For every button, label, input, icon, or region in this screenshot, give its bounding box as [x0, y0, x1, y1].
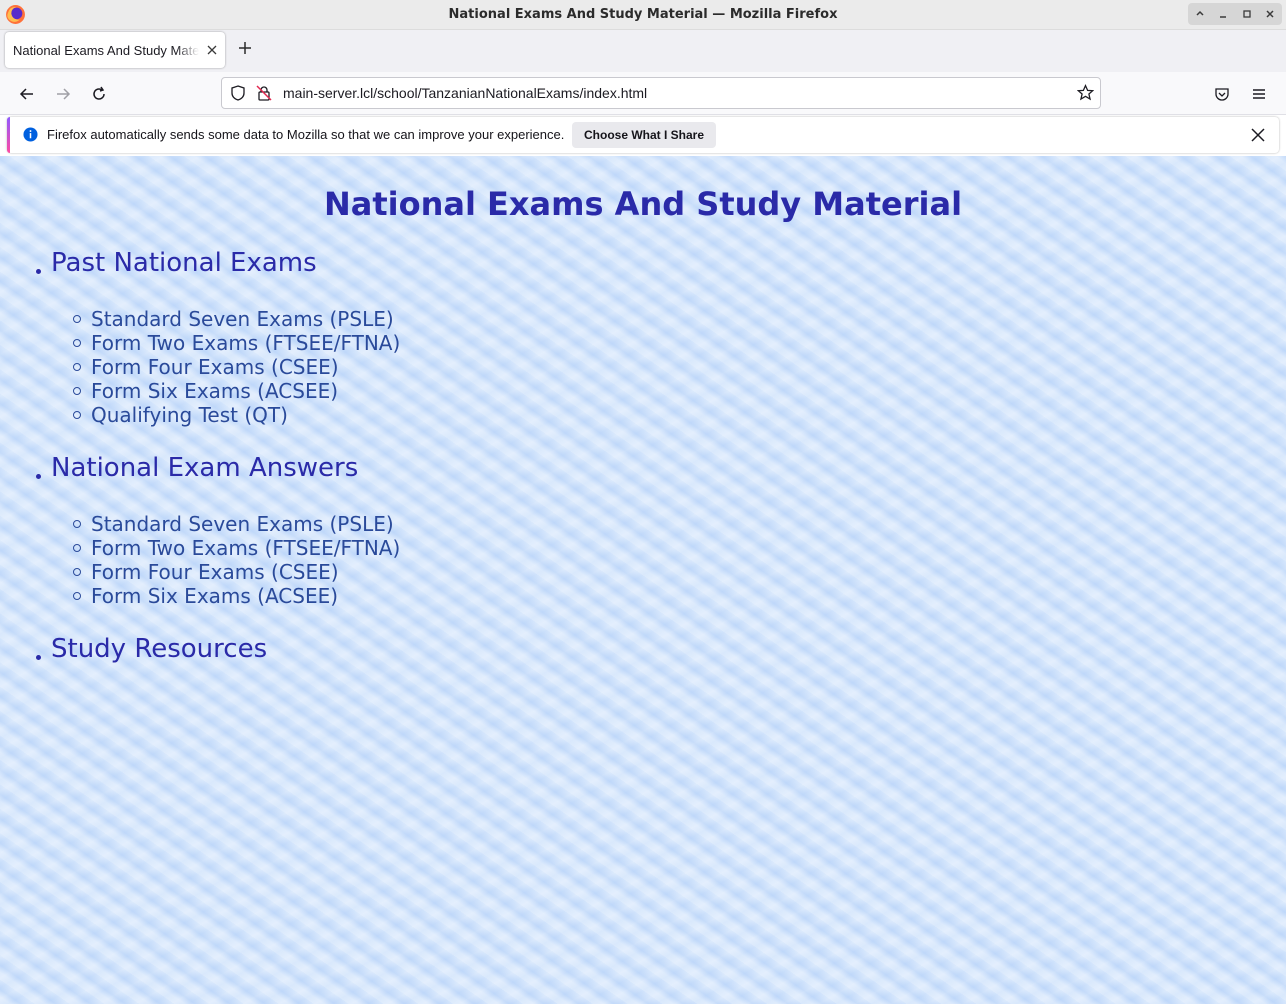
link-answers-acsee[interactable]: Form Six Exams (ACSEE) — [91, 584, 338, 608]
list-bullet — [73, 568, 81, 576]
section-study-resources[interactable]: Study Resources — [51, 634, 267, 664]
link-answers-csee[interactable]: Form Four Exams (CSEE) — [91, 560, 339, 584]
maximize-button[interactable] — [1238, 5, 1256, 23]
section-bullet — [36, 474, 41, 479]
section-bullet — [36, 655, 41, 660]
forward-arrow-icon — [57, 88, 71, 100]
back-arrow-icon — [19, 88, 33, 100]
window-title: National Exams And Study Material — Mozi… — [448, 7, 838, 22]
section-past-national-exams[interactable]: Past National Exams — [51, 248, 317, 278]
page-title: National Exams And Study Material — [323, 185, 963, 223]
minimize-button[interactable] — [1214, 5, 1232, 23]
pocket-icon — [1215, 88, 1229, 101]
section-national-exam-answers[interactable]: National Exam Answers — [51, 453, 358, 483]
close-notification-icon[interactable] — [1251, 128, 1265, 142]
shield-icon[interactable] — [230, 85, 246, 101]
insecure-lock-icon[interactable] — [256, 85, 272, 101]
link-past-ftsee[interactable]: Form Two Exams (FTSEE/FTNA) — [91, 331, 400, 355]
pocket-button[interactable] — [1210, 82, 1234, 106]
url-text: main-server.lcl/school/TanzanianNational… — [283, 85, 648, 101]
info-icon — [23, 127, 38, 142]
list-bullet — [73, 592, 81, 600]
back-button[interactable] — [15, 82, 39, 106]
link-past-psle[interactable]: Standard Seven Exams (PSLE) — [91, 307, 394, 331]
list-bullet — [73, 363, 81, 371]
link-answers-ftsee[interactable]: Form Two Exams (FTSEE/FTNA) — [91, 536, 400, 560]
choose-what-i-share-button[interactable]: Choose What I Share — [572, 122, 717, 148]
window-up-icon[interactable] — [1191, 5, 1209, 23]
link-past-csee[interactable]: Form Four Exams (CSEE) — [91, 355, 339, 379]
list-bullet — [73, 411, 81, 419]
tab-close-icon[interactable] — [207, 41, 217, 59]
tab-strip: National Exams And Study Material — [0, 30, 1286, 72]
tab-label: National Exams And Study Material — [13, 43, 199, 58]
notification-message: Firefox automatically sends some data to… — [47, 127, 565, 142]
list-bullet — [73, 315, 81, 323]
menu-button[interactable] — [1247, 82, 1271, 106]
data-collection-notification: Firefox automatically sends some data to… — [7, 117, 1279, 153]
window-controls — [1188, 3, 1282, 25]
reload-button[interactable] — [87, 82, 111, 106]
reload-icon — [93, 86, 105, 100]
bookmark-star-icon[interactable] — [1077, 84, 1094, 101]
url-bar[interactable]: main-server.lcl/school/TanzanianNational… — [221, 77, 1101, 109]
notification-accent — [7, 117, 10, 153]
tab-active[interactable]: National Exams And Study Material — [5, 32, 225, 68]
link-answers-psle[interactable]: Standard Seven Exams (PSLE) — [91, 512, 394, 536]
page-content: National Exams And Study Material Past N… — [0, 156, 1286, 1004]
list-bullet — [73, 387, 81, 395]
hamburger-menu-icon — [1253, 89, 1265, 99]
list-bullet — [73, 339, 81, 347]
close-window-button[interactable] — [1261, 5, 1279, 23]
navigation-toolbar: main-server.lcl/school/TanzanianNational… — [0, 72, 1286, 115]
window-titlebar: National Exams And Study Material — Mozi… — [0, 0, 1286, 30]
section-bullet — [36, 269, 41, 274]
forward-button[interactable] — [51, 82, 75, 106]
link-past-acsee[interactable]: Form Six Exams (ACSEE) — [91, 379, 338, 403]
list-bullet — [73, 544, 81, 552]
list-bullet — [73, 520, 81, 528]
link-past-qt[interactable]: Qualifying Test (QT) — [91, 403, 288, 427]
new-tab-button[interactable] — [238, 37, 252, 61]
